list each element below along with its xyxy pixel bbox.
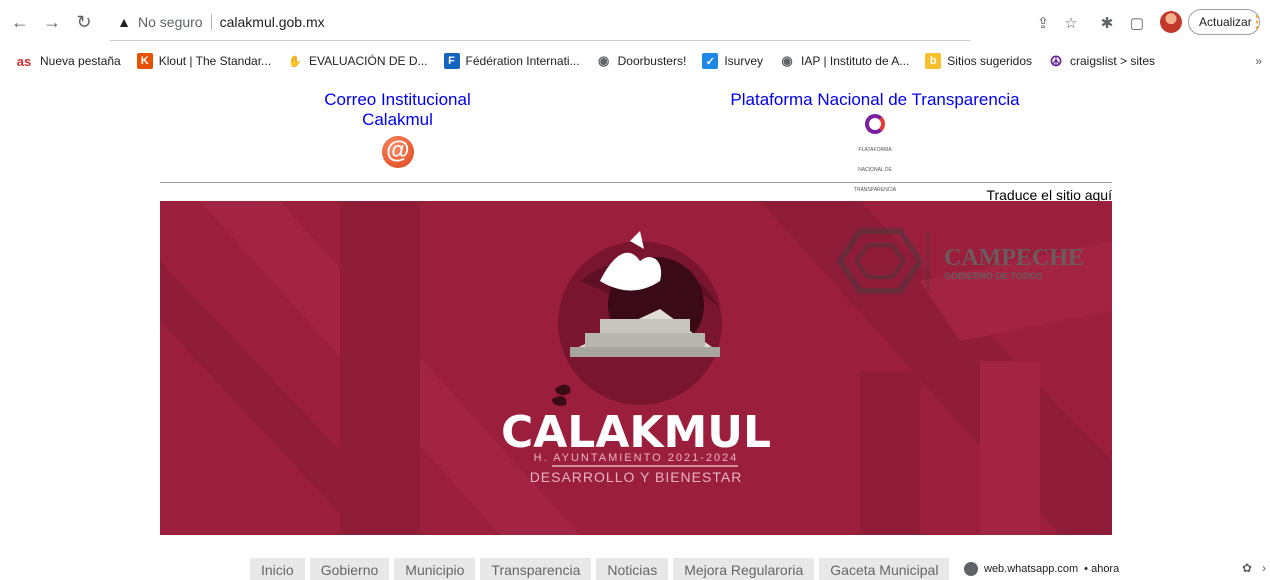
nav-item-transparencia[interactable]: Transparencia xyxy=(480,558,592,580)
laurel-icon xyxy=(552,384,571,406)
bookmark-label: EVALUACIÓN DE D... xyxy=(309,54,428,68)
bookmark-label: Nueva pestaña xyxy=(40,54,121,68)
star-icon[interactable]: ☆ xyxy=(1060,12,1082,34)
page-content: Correo Institucional Calakmul @ Platafor… xyxy=(0,76,1270,580)
correo-link[interactable]: Correo Institucional Calakmul @ xyxy=(300,90,495,168)
notification-time: • ahora xyxy=(1084,563,1120,575)
gear-icon[interactable]: ✿ xyxy=(1242,561,1252,575)
forward-icon[interactable]: → xyxy=(38,10,66,34)
bookmark-item[interactable]: ◉ IAP | Instituto de A... xyxy=(779,53,909,69)
transparencia-link[interactable]: Plataforma Nacional de Transparencia PLA… xyxy=(710,90,1040,193)
hand-icon: ✋ xyxy=(288,55,302,68)
nav-item-noticias[interactable]: Noticias xyxy=(596,558,669,580)
update-button[interactable]: Actualizar ⋮ xyxy=(1188,9,1265,35)
share-icon[interactable]: ⇪ xyxy=(1032,12,1054,34)
bookmark-label: Fédération Internati... xyxy=(465,54,580,68)
bookmark-label: IAP | Instituto de A... xyxy=(801,54,910,68)
bookmark-item[interactable]: as Nueva pestaña xyxy=(14,53,121,69)
bookmark-item[interactable]: ☮ craigslist > sites xyxy=(1048,53,1155,69)
bookmarks-bar: as Nueva pestaña K Klout | The Standar... … xyxy=(0,46,1270,76)
banner-graphic: CAMPECHE GOBIERNO DE TODOS CALAKMUL H. A… xyxy=(160,201,1112,535)
nav-item-municipio[interactable]: Municipio xyxy=(394,558,476,580)
extensions-icon[interactable]: ✱ xyxy=(1096,12,1118,34)
bookmark-label: craigslist > sites xyxy=(1070,54,1156,68)
address-divider xyxy=(210,14,212,30)
calakmul-emblem xyxy=(558,231,722,405)
klout-icon: K xyxy=(136,53,153,69)
nav-item-gaceta[interactable]: Gaceta Municipal xyxy=(819,558,950,580)
address-bar[interactable]: ▲ No seguro calakmul.gob.mx xyxy=(110,8,1190,36)
header-divider xyxy=(160,182,1112,183)
nav-item-mejora[interactable]: Mejora Regularoria xyxy=(673,558,815,580)
bookmark-item[interactable]: b Sitios sugeridos xyxy=(925,53,1032,69)
globe-icon: ◉ xyxy=(597,53,610,68)
reload-icon[interactable]: ↻ xyxy=(70,10,98,34)
bookmark-item[interactable]: ◉ Doorbusters! xyxy=(596,53,687,69)
hero-banner: CAMPECHE GOBIERNO DE TODOS CALAKMUL H. A… xyxy=(160,201,1112,535)
bookmark-item[interactable]: F Fédération Internati... xyxy=(443,53,580,69)
banner-title: CALAKMUL xyxy=(501,407,771,458)
update-label: Actualizar xyxy=(1199,15,1252,29)
bookmark-label: Isurvey xyxy=(724,54,763,68)
bookmark-item[interactable]: ✋ EVALUACIÓN DE D... xyxy=(287,53,427,69)
bookmark-label: Doorbusters! xyxy=(617,54,687,68)
globe-icon: ◉ xyxy=(781,53,793,68)
menu-icon[interactable]: ⋮ xyxy=(1249,12,1265,32)
email-at-icon[interactable]: @ xyxy=(381,136,414,168)
campeche-title: CAMPECHE xyxy=(944,245,1084,271)
transparencia-label[interactable]: Plataforma Nacional de Transparencia xyxy=(710,90,1040,110)
banner-subtitle: H. AYUNTAMIENTO 2021-2024 xyxy=(534,452,739,464)
bing-icon: b xyxy=(925,53,942,69)
bookmark-item[interactable]: ✓ Isurvey xyxy=(702,53,763,69)
bookmark-label: Klout | The Standar... xyxy=(158,54,272,68)
security-label[interactable]: No seguro xyxy=(138,14,203,30)
pnt-logo-text: PLATAFORMA NACIONAL DE TRANSPARENCIA xyxy=(853,147,897,193)
sidepanel-icon[interactable]: ▢ xyxy=(1126,12,1148,34)
more-bookmarks-icon[interactable]: » xyxy=(1255,54,1262,68)
bookmark-label: Sitios sugeridos xyxy=(947,54,1033,68)
correo-label-2[interactable]: Calakmul xyxy=(300,110,495,130)
pnt-swirl-icon xyxy=(865,114,885,134)
banner-tagline: DESARROLLO Y BIENESTAR xyxy=(530,469,743,485)
chevron-right-icon[interactable]: › xyxy=(1262,561,1266,575)
fiba-icon: F xyxy=(443,53,460,69)
warning-icon[interactable]: ▲ xyxy=(116,14,132,30)
main-nav: Inicio Gobierno Municipio Transparencia … xyxy=(250,558,954,580)
pnt-logo-icon[interactable]: PLATAFORMA NACIONAL DE TRANSPARENCIA xyxy=(849,114,901,193)
correo-label-1[interactable]: Correo Institucional xyxy=(300,90,495,110)
whatsapp-icon xyxy=(964,562,978,576)
toolbar-line xyxy=(110,40,970,41)
notification-popup[interactable]: web.whatsapp.com • ahora ✿ › xyxy=(952,558,1270,580)
nav-item-gobierno[interactable]: Gobierno xyxy=(309,558,390,580)
url-text[interactable]: calakmul.gob.mx xyxy=(220,14,325,30)
campeche-subtitle: GOBIERNO DE TODOS xyxy=(944,271,1042,281)
checkbox-icon: ✓ xyxy=(702,53,719,69)
profile-avatar[interactable] xyxy=(1160,11,1182,33)
notification-source: web.whatsapp.com xyxy=(984,563,1079,575)
nav-item-inicio[interactable]: Inicio xyxy=(250,558,305,580)
peace-icon: ☮ xyxy=(1049,52,1063,69)
browser-toolbar: ← → ↻ ▲ No seguro calakmul.gob.mx ⇪ ☆ ✱ … xyxy=(0,0,1270,46)
bookmark-item[interactable]: K Klout | The Standar... xyxy=(136,53,272,69)
as-icon: as xyxy=(16,53,32,69)
back-icon[interactable]: ← xyxy=(6,10,34,34)
